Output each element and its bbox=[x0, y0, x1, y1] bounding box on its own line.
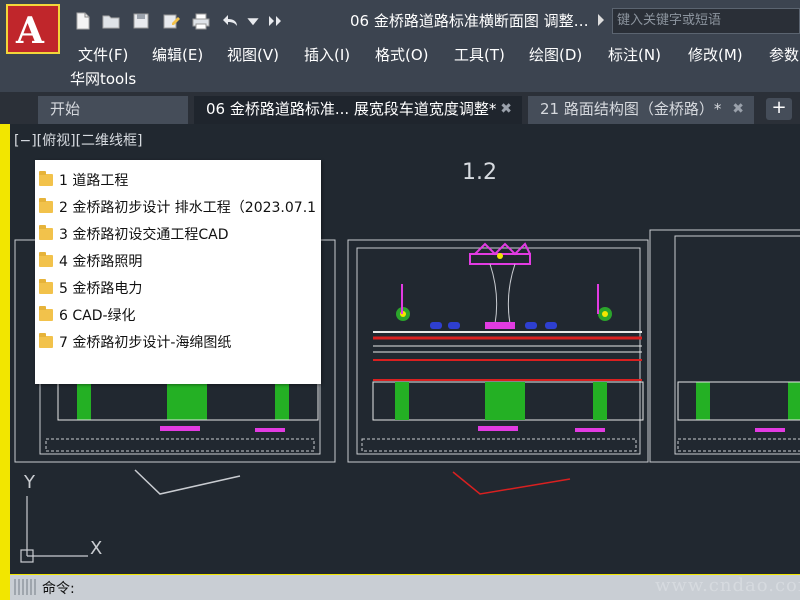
folder-icon bbox=[39, 171, 53, 186]
close-icon[interactable]: ✖ bbox=[500, 96, 512, 123]
title-bar: 06 金桥路道路标准横断面图 调整… 键入关键字或短语 bbox=[0, 0, 800, 40]
recent-file-list: 1 道路工程 2 金桥路初步设计 排水工程（2023.07.1 3 金桥路初设交… bbox=[35, 160, 321, 384]
command-prompt: 命令: bbox=[42, 581, 75, 597]
lane-plan-blocks bbox=[57, 381, 800, 421]
list-item[interactable]: 5 金桥路电力 bbox=[35, 276, 321, 302]
more-icon[interactable] bbox=[264, 10, 286, 32]
menu-view[interactable]: 视图(V) bbox=[227, 44, 279, 65]
menu-modify[interactable]: 修改(M) bbox=[688, 44, 743, 65]
autocad-logo[interactable]: A bbox=[6, 4, 60, 54]
menu-edit[interactable]: 编辑(E) bbox=[152, 44, 203, 65]
list-item[interactable]: 1 道路工程 bbox=[35, 168, 321, 194]
menu-insert[interactable]: 插入(I) bbox=[304, 44, 350, 65]
ucs-icon bbox=[20, 496, 88, 563]
dropdown-icon[interactable] bbox=[246, 10, 260, 32]
list-item[interactable]: 4 金桥路照明 bbox=[35, 249, 321, 275]
list-item[interactable]: 6 CAD-绿化 bbox=[35, 303, 321, 329]
expand-arrow-icon[interactable] bbox=[598, 14, 604, 26]
menu-bar: 文件(F) 编辑(E) 视图(V) 插入(I) 格式(O) 工具(T) 绘图(D… bbox=[0, 40, 800, 92]
list-item[interactable]: 2 金桥路初步设计 排水工程（2023.07.1 bbox=[35, 195, 321, 221]
save-icon[interactable] bbox=[130, 10, 152, 32]
close-icon[interactable]: ✖ bbox=[732, 96, 744, 123]
document-tab-bar: 开始 06 金桥路道路标准... 展宽段车道宽度调整* ✖ 21 路面结构图（金… bbox=[0, 92, 800, 124]
tab-pavement-structure[interactable]: 21 路面结构图（金桥路）* ✖ bbox=[528, 96, 754, 124]
autocad-window: 06 金桥路道路标准横断面图 调整… 键入关键字或短语 A 文件(F) 编辑(E… bbox=[0, 0, 800, 600]
new-icon[interactable] bbox=[72, 10, 94, 32]
menu-parametric[interactable]: 参数 bbox=[769, 44, 799, 65]
search-input[interactable]: 键入关键字或短语 bbox=[612, 8, 800, 34]
menu-file[interactable]: 文件(F) bbox=[78, 44, 128, 65]
tab-label: 06 金桥路道路标准... 展宽段车道宽度调整* bbox=[206, 100, 497, 118]
window-title: 06 金桥路道路标准横断面图 调整… bbox=[350, 12, 589, 30]
tab-label: 开始 bbox=[50, 100, 81, 118]
open-icon[interactable] bbox=[100, 10, 122, 32]
logo-letter: A bbox=[16, 10, 44, 52]
list-item[interactable]: 3 金桥路初设交通工程CAD bbox=[35, 222, 321, 248]
sheet-border bbox=[356, 247, 641, 455]
road-cross-section bbox=[373, 284, 642, 381]
folder-icon bbox=[39, 252, 53, 267]
folder-icon bbox=[39, 333, 53, 348]
undo-icon[interactable] bbox=[220, 10, 242, 32]
scale-text: 1.2 bbox=[462, 160, 497, 185]
sheet-border bbox=[674, 235, 800, 455]
print-icon[interactable] bbox=[190, 10, 212, 32]
axis-y-label: Y bbox=[24, 472, 35, 493]
grip-handle-icon[interactable] bbox=[14, 579, 38, 595]
sheet-frame bbox=[649, 229, 800, 463]
menu-format[interactable]: 格式(O) bbox=[375, 44, 429, 65]
menu-plugin-tools[interactable]: 华网tools bbox=[70, 68, 136, 89]
list-item[interactable]: 7 金桥路初步设计-海绵图纸 bbox=[35, 330, 321, 356]
folder-icon bbox=[39, 306, 53, 321]
folder-icon bbox=[39, 198, 53, 213]
tab-label: 21 路面结构图（金桥路）* bbox=[540, 100, 722, 118]
menu-dimension[interactable]: 标注(N) bbox=[608, 44, 661, 65]
menu-draw[interactable]: 绘图(D) bbox=[529, 44, 582, 65]
menu-tools[interactable]: 工具(T) bbox=[454, 44, 505, 65]
gantry-structure bbox=[469, 242, 531, 325]
axis-x-label: X bbox=[90, 538, 103, 559]
tab-start[interactable]: 开始 bbox=[38, 96, 188, 124]
viewport-controls[interactable]: [−][俯视][二维线框] bbox=[14, 130, 143, 150]
new-tab-button[interactable]: + bbox=[766, 98, 792, 120]
tab-cross-section[interactable]: 06 金桥路道路标准... 展宽段车道宽度调整* ✖ bbox=[194, 96, 522, 124]
save-as-icon[interactable] bbox=[160, 10, 182, 32]
folder-icon bbox=[39, 225, 53, 240]
folder-icon bbox=[39, 279, 53, 294]
watermark: www.cndao.com bbox=[655, 575, 800, 596]
